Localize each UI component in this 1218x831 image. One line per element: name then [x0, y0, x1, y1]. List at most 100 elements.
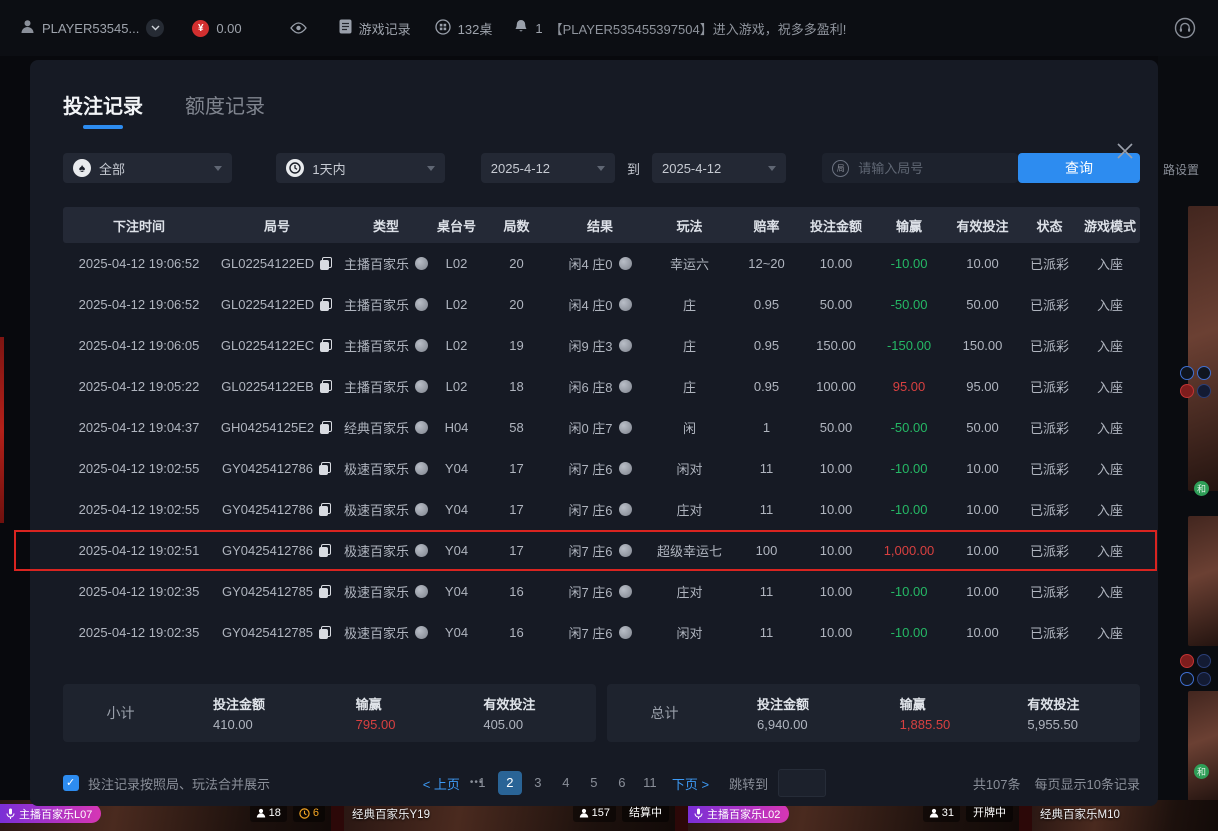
copy-icon[interactable] — [319, 585, 332, 598]
total-box: 总计 投注金额 6,940.00 输赢 1,885.50 有效投注 5,955.… — [607, 684, 1140, 742]
type-info-icon[interactable] — [415, 339, 428, 352]
total-valid: 有效投注 5,955.50 — [1012, 694, 1140, 732]
game-type: 经典百家乐 — [339, 418, 433, 437]
bet-time: 2025-04-12 19:02:35 — [63, 625, 215, 640]
to-label: 到 — [627, 159, 640, 178]
subtotal-valid: 有效投注 405.00 — [468, 694, 596, 732]
table-id: Y04 — [433, 461, 480, 476]
game-mode: 入座 — [1081, 623, 1139, 642]
copy-icon[interactable] — [319, 626, 332, 639]
round-id: GL02254122ED — [215, 256, 339, 271]
pagination-page[interactable]: 11 — [638, 771, 662, 795]
odds: 11 — [732, 502, 801, 517]
game-type: 极速百家乐 — [339, 582, 433, 601]
account-group[interactable]: PLAYER53545... — [20, 19, 164, 37]
result-detail-icon[interactable] — [619, 503, 632, 516]
column-header: 赔率 — [732, 216, 801, 235]
type-info-icon[interactable] — [415, 462, 428, 475]
table-row: 2025-04-12 19:02:51 GY0425412786 极速百家乐 Y… — [63, 530, 1140, 571]
type-info-icon[interactable] — [415, 257, 428, 270]
copy-icon[interactable] — [319, 544, 332, 557]
result-detail-icon[interactable] — [619, 257, 632, 270]
type-info-icon[interactable] — [415, 544, 428, 557]
play-type: 庄 — [647, 295, 732, 314]
column-header: 桌台号 — [433, 216, 480, 235]
table-count-button[interactable]: 132桌 — [435, 19, 493, 38]
game-mode: 入座 — [1081, 500, 1139, 519]
result-detail-icon[interactable] — [619, 298, 632, 311]
copy-icon[interactable] — [319, 462, 332, 475]
type-info-icon[interactable] — [415, 380, 428, 393]
odds: 1 — [732, 420, 801, 435]
type-info-icon[interactable] — [415, 298, 428, 311]
copy-icon[interactable] — [320, 380, 333, 393]
pagination-page[interactable]: 2 — [498, 771, 522, 795]
result-detail-icon[interactable] — [619, 585, 632, 598]
round-count: 58 — [480, 420, 553, 435]
result-cell: 闲7 庄6 — [553, 459, 647, 478]
table-id: Y04 — [433, 502, 480, 517]
merge-checkbox[interactable] — [63, 775, 79, 791]
odds: 12~20 — [732, 256, 801, 271]
game-type-select[interactable]: ♠ 全部 — [63, 153, 232, 183]
type-info-icon[interactable] — [415, 585, 428, 598]
chevron-down-icon — [768, 166, 776, 171]
pagination-page[interactable]: 4 — [554, 771, 578, 795]
eye-icon[interactable] — [290, 22, 307, 34]
play-type: 庄对 — [647, 582, 732, 601]
pagination-page[interactable]: 3 — [526, 771, 550, 795]
close-icon[interactable] — [1116, 142, 1134, 165]
result-detail-icon[interactable] — [619, 339, 632, 352]
bet-amount: 10.00 — [801, 256, 871, 271]
pagination-page[interactable]: 6 — [610, 771, 634, 795]
type-info-icon[interactable] — [415, 421, 428, 434]
result-detail-icon[interactable] — [619, 421, 632, 434]
dealer-video-thumb[interactable] — [1188, 206, 1218, 491]
result-cell: 闲4 庄0 — [553, 295, 647, 314]
status: 已派彩 — [1018, 459, 1081, 478]
result-detail-icon[interactable] — [619, 380, 632, 393]
copy-icon[interactable] — [320, 421, 333, 434]
time-range-select[interactable]: 1天内 — [276, 153, 444, 183]
round-search-input[interactable] — [856, 160, 1008, 177]
chevron-down-icon[interactable] — [146, 19, 164, 37]
result-detail-icon[interactable] — [619, 462, 632, 475]
result-cell: 闲7 庄6 — [553, 582, 647, 601]
result-detail-icon[interactable] — [619, 626, 632, 639]
play-type: 闲对 — [647, 623, 732, 642]
round-id: GL02254122EC — [215, 338, 339, 353]
game-mode: 入座 — [1081, 418, 1139, 437]
pagination-next[interactable]: 下页 > — [666, 774, 715, 793]
tab-bet-records[interactable]: 投注记录 — [63, 90, 143, 129]
pagination-prev[interactable]: < 上页 — [417, 774, 466, 793]
game-type: 主播百家乐 — [339, 295, 433, 314]
coin-icon: ¥ — [192, 20, 209, 37]
countdown-badge: 6 — [293, 804, 325, 822]
date-from-select[interactable]: 2025-4-12 — [481, 153, 615, 183]
dealer-video-thumb[interactable] — [1188, 691, 1218, 801]
odds: 11 — [732, 584, 801, 599]
pagination-page[interactable]: 5 — [582, 771, 606, 795]
game-record-button[interactable]: 游戏记录 — [339, 19, 411, 38]
valid-bet: 95.00 — [947, 379, 1018, 394]
win-loss: 95.00 — [871, 379, 947, 394]
service-icon[interactable] — [1174, 17, 1196, 39]
result-detail-icon[interactable] — [619, 544, 632, 557]
result-cell: 闲9 庄3 — [553, 336, 647, 355]
type-info-icon[interactable] — [415, 626, 428, 639]
dealer-video-thumb[interactable] — [1188, 516, 1218, 646]
copy-icon[interactable] — [320, 298, 333, 311]
table-id: Y04 — [433, 543, 480, 558]
type-info-icon[interactable] — [415, 503, 428, 516]
copy-icon[interactable] — [319, 503, 332, 516]
background-video-sliver — [0, 337, 4, 523]
round-id: GL02254122EB — [215, 379, 339, 394]
copy-icon[interactable] — [320, 339, 333, 352]
game-type-value: 全部 — [99, 159, 125, 178]
copy-icon[interactable] — [320, 257, 333, 270]
jump-page-input[interactable] — [778, 769, 826, 797]
date-to-select[interactable]: 2025-4-12 — [652, 153, 786, 183]
chevron-down-icon — [427, 166, 435, 171]
tab-quota-records[interactable]: 额度记录 — [185, 90, 265, 129]
win-loss: -50.00 — [871, 420, 947, 435]
